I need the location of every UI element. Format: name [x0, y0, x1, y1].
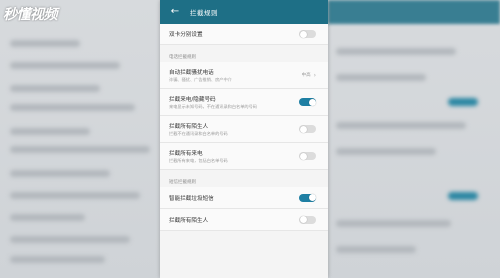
setting-smart-sms[interactable]: 智能拦截垃圾短信	[160, 187, 328, 209]
setting-block-sms-strangers[interactable]: 拦截所有陌生人	[160, 209, 328, 231]
setting-label: 智能拦截垃圾短信	[169, 195, 214, 202]
blurred-text	[336, 220, 451, 227]
setting-block-all[interactable]: 拦截所有来电 拦截所有来电，包括白名单号码	[160, 143, 328, 170]
toggle-knob	[299, 125, 307, 133]
blurred-text	[10, 214, 85, 221]
block-sms-strangers-toggle[interactable]	[299, 215, 316, 224]
blurred-text	[336, 246, 416, 253]
auto-block-level: 中高	[301, 73, 311, 78]
blurred-text	[10, 170, 110, 177]
toggle-knob	[308, 194, 316, 201]
setting-auto-block[interactable]: 自动拦截骚扰电话 诈骗、骚扰、广告推销、房产中介 中高 ›	[160, 62, 328, 89]
setting-description: 拦截不在通讯录和白名单的号码	[169, 130, 228, 136]
back-arrow-icon[interactable]: ←	[168, 5, 182, 19]
dual-card-toggle[interactable]	[299, 30, 316, 38]
setting-description: 诈骗、骚扰、广告推销、房产中介	[169, 76, 232, 82]
blurred-text	[336, 48, 456, 55]
blurred-text	[10, 146, 150, 153]
setting-label: 自动拦截骚扰电话	[169, 69, 214, 76]
setting-label: 拦截来电/隐藏号码	[169, 96, 216, 103]
smart-sms-toggle[interactable]	[299, 193, 316, 202]
blurred-text	[10, 85, 100, 92]
setting-block-strangers[interactable]: 拦截所有陌生人 拦截不在通讯录和白名单的号码	[160, 116, 328, 143]
setting-dual-card[interactable]: 双卡分别设置	[160, 24, 328, 45]
blurred-toggle	[448, 98, 478, 106]
toggle-knob	[299, 30, 307, 38]
setting-label: 拦截所有来电	[169, 150, 203, 157]
blurred-text	[10, 40, 80, 47]
setting-label: 拦截所有陌生人	[169, 123, 209, 130]
blurred-header	[328, 0, 500, 24]
block-all-toggle[interactable]	[299, 152, 316, 160]
chevron-right-icon: ›	[313, 71, 316, 79]
page-title: 拦截规则	[190, 9, 218, 17]
blurred-text	[336, 148, 436, 155]
blurred-text	[10, 128, 90, 135]
blurred-text	[10, 62, 120, 69]
background-right-panel	[328, 0, 500, 278]
blurred-text	[336, 74, 426, 81]
setting-description: 拦截所有来电，包括白名单号码	[169, 157, 228, 163]
section-header-sms: 短信拦截规则	[160, 170, 328, 187]
block-unknown-toggle[interactable]	[299, 98, 316, 106]
title-bar: ← 拦截规则	[160, 0, 328, 24]
setting-block-unknown[interactable]: 拦截来电/隐藏号码 来电显示未知号码，不在通讯录和白名单的号码	[160, 89, 328, 116]
blurred-toggle	[448, 192, 478, 200]
toggle-knob	[308, 98, 316, 106]
background-left-panel	[0, 0, 160, 278]
block-strangers-toggle[interactable]	[299, 125, 316, 133]
setting-label: 双卡分别设置	[169, 32, 203, 38]
toggle-knob	[299, 216, 307, 223]
blurred-text	[336, 122, 466, 129]
blurred-text	[10, 256, 105, 263]
section-header-call: 电话拦截规则	[160, 45, 328, 62]
blurred-text	[10, 192, 140, 199]
setting-label: 拦截所有陌生人	[169, 217, 209, 224]
setting-description: 来电显示未知号码，不在通讯录和白名单的号码	[169, 103, 257, 109]
video-watermark-logo: 秒懂视频	[3, 7, 58, 23]
blurred-text	[10, 104, 135, 111]
phone-screen: ← 拦截规则 双卡分别设置 电话拦截规则 自动拦截骚扰电话 诈骗、骚扰、广告推销…	[160, 0, 328, 278]
blurred-text	[10, 236, 130, 243]
toggle-knob	[299, 152, 307, 160]
